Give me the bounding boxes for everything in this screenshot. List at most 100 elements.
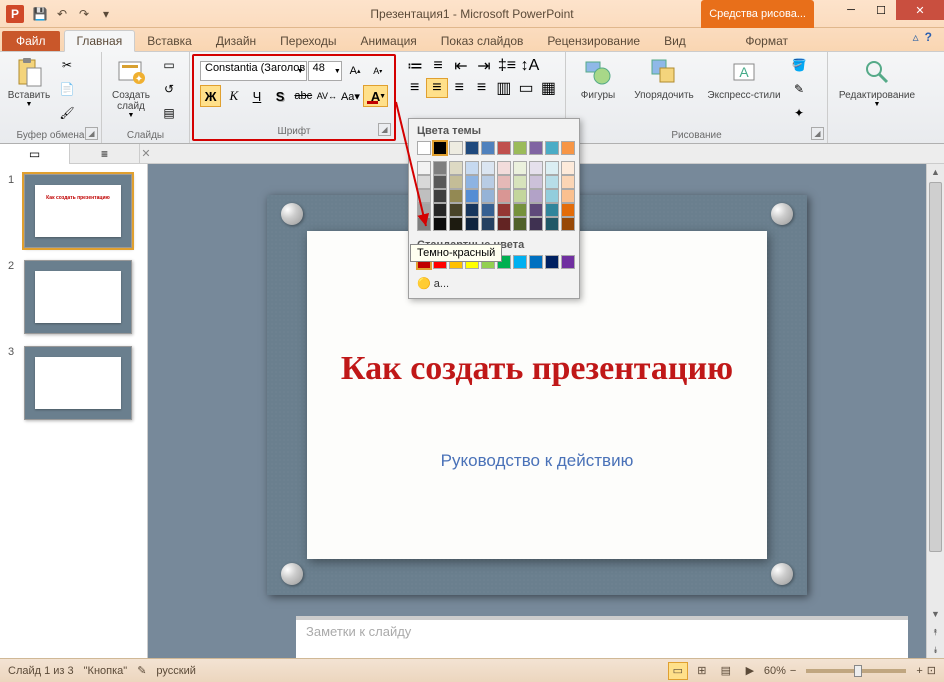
align-center-icon[interactable]: ≡ <box>426 78 447 98</box>
change-case-icon[interactable]: Aa▾ <box>340 85 361 107</box>
color-swatch[interactable] <box>513 141 527 155</box>
shadow-button[interactable]: S <box>270 85 291 107</box>
bold-button[interactable]: Ж <box>200 85 221 107</box>
color-swatch[interactable] <box>433 141 447 155</box>
color-swatch[interactable] <box>529 189 543 203</box>
color-swatch[interactable] <box>513 217 527 231</box>
color-swatch[interactable] <box>465 175 479 189</box>
shape-fill-icon[interactable]: 🪣 <box>788 54 810 76</box>
color-swatch[interactable] <box>529 161 543 175</box>
color-swatch[interactable] <box>417 203 431 217</box>
maximize-button[interactable]: ☐ <box>866 0 896 20</box>
align-left-icon[interactable]: ≡ <box>404 78 425 98</box>
drawing-launcher[interactable]: ◢ <box>811 127 824 140</box>
save-icon[interactable]: 💾 <box>30 4 50 24</box>
tab-home[interactable]: Главная <box>64 30 136 52</box>
normal-view-icon[interactable]: ▭ <box>668 662 688 680</box>
indent-icon[interactable]: ⇥ <box>473 56 495 76</box>
color-swatch[interactable] <box>449 161 463 175</box>
tab-view[interactable]: Вид <box>652 31 698 51</box>
shrink-font-icon[interactable]: A▾ <box>367 60 388 82</box>
color-swatch[interactable] <box>433 161 447 175</box>
color-swatch[interactable] <box>545 203 559 217</box>
tab-insert[interactable]: Вставка <box>135 31 204 51</box>
font-name-combo[interactable]: Constantia (Заголовки) <box>200 61 307 81</box>
cut-icon[interactable]: ✂ <box>56 54 78 76</box>
color-swatch[interactable] <box>481 175 495 189</box>
columns-icon[interactable]: ▥ <box>493 78 514 98</box>
tab-animation[interactable]: Анимация <box>348 31 428 51</box>
color-swatch[interactable] <box>561 189 575 203</box>
reset-icon[interactable]: ↺ <box>158 78 180 100</box>
zoom-slider[interactable] <box>806 669 906 673</box>
color-swatch[interactable] <box>449 203 463 217</box>
smartart-icon[interactable]: ▦ <box>538 78 559 98</box>
more-colors-button[interactable]: 🟡 а... <box>413 273 575 294</box>
language-status[interactable]: русский <box>156 665 195 677</box>
color-swatch[interactable] <box>417 175 431 189</box>
color-swatch[interactable] <box>449 141 463 155</box>
italic-button[interactable]: К <box>223 85 244 107</box>
zoom-in-icon[interactable]: + <box>916 665 922 677</box>
close-button[interactable]: ✕ <box>896 0 944 20</box>
tab-file[interactable]: Файл <box>2 31 60 51</box>
color-swatch[interactable] <box>417 217 431 231</box>
qat-dropdown-icon[interactable]: ▾ <box>96 4 116 24</box>
color-swatch[interactable] <box>497 161 511 175</box>
color-swatch[interactable] <box>481 217 495 231</box>
paste-button[interactable]: Вставить ▼ <box>6 54 52 108</box>
next-slide-icon[interactable]: ⯯ <box>927 642 944 658</box>
slides-panel-tab[interactable]: ▭ <box>0 144 70 164</box>
align-text-icon[interactable]: ▭ <box>515 78 536 98</box>
clipboard-launcher[interactable]: ◢ <box>85 127 98 140</box>
tab-review[interactable]: Рецензирование <box>535 31 652 51</box>
color-swatch[interactable] <box>465 161 479 175</box>
color-swatch[interactable] <box>465 203 479 217</box>
notes-placeholder[interactable]: Заметки к слайду <box>296 620 908 643</box>
color-swatch[interactable] <box>545 161 559 175</box>
color-swatch[interactable] <box>497 203 511 217</box>
color-swatch[interactable] <box>561 255 575 269</box>
color-swatch[interactable] <box>545 217 559 231</box>
minimize-ribbon-icon[interactable]: ▵ <box>913 30 919 44</box>
shape-outline-icon[interactable]: ✎ <box>788 78 810 100</box>
color-swatch[interactable] <box>545 189 559 203</box>
color-swatch[interactable] <box>529 203 543 217</box>
color-swatch[interactable] <box>497 189 511 203</box>
dedent-icon[interactable]: ⇤ <box>450 56 472 76</box>
color-swatch[interactable] <box>545 175 559 189</box>
zoom-level[interactable]: 60% <box>764 665 786 677</box>
copy-icon[interactable]: 📄 <box>56 78 78 100</box>
font-color-button[interactable]: A▼ <box>363 85 388 107</box>
color-swatch[interactable] <box>561 161 575 175</box>
color-swatch[interactable] <box>497 175 511 189</box>
color-swatch[interactable] <box>529 141 543 155</box>
spellcheck-icon[interactable]: ✎ <box>137 664 146 677</box>
color-swatch[interactable] <box>481 203 495 217</box>
color-swatch[interactable] <box>561 175 575 189</box>
help-icon[interactable]: ? <box>925 30 932 44</box>
panel-close-icon[interactable]: ✕ <box>136 144 156 163</box>
prev-slide-icon[interactable]: ⯭ <box>927 624 944 640</box>
zoom-out-icon[interactable]: − <box>790 665 796 677</box>
shape-effects-icon[interactable]: ✦ <box>788 102 810 124</box>
strike-button[interactable]: abc <box>293 85 314 107</box>
color-swatch[interactable] <box>529 255 543 269</box>
color-swatch[interactable] <box>433 203 447 217</box>
font-launcher[interactable]: ◢ <box>378 123 391 136</box>
reading-view-icon[interactable]: ▤ <box>716 662 736 680</box>
scroll-down-icon[interactable]: ▼ <box>927 606 944 622</box>
color-swatch[interactable] <box>449 217 463 231</box>
color-swatch[interactable] <box>561 217 575 231</box>
underline-button[interactable]: Ч <box>246 85 267 107</box>
numbering-icon[interactable]: ≡ <box>427 56 449 76</box>
color-swatch[interactable] <box>433 217 447 231</box>
color-swatch[interactable] <box>465 141 479 155</box>
vertical-scrollbar[interactable]: ▲ ▼ ⯭ ⯯ <box>926 164 944 658</box>
new-slide-button[interactable]: ✦ Создать слайд ▼ <box>108 54 154 119</box>
undo-icon[interactable]: ↶ <box>52 4 72 24</box>
color-swatch[interactable] <box>561 203 575 217</box>
color-swatch[interactable] <box>417 141 431 155</box>
align-right-icon[interactable]: ≡ <box>449 78 470 98</box>
slideshow-view-icon[interactable]: ▶ <box>740 662 760 680</box>
